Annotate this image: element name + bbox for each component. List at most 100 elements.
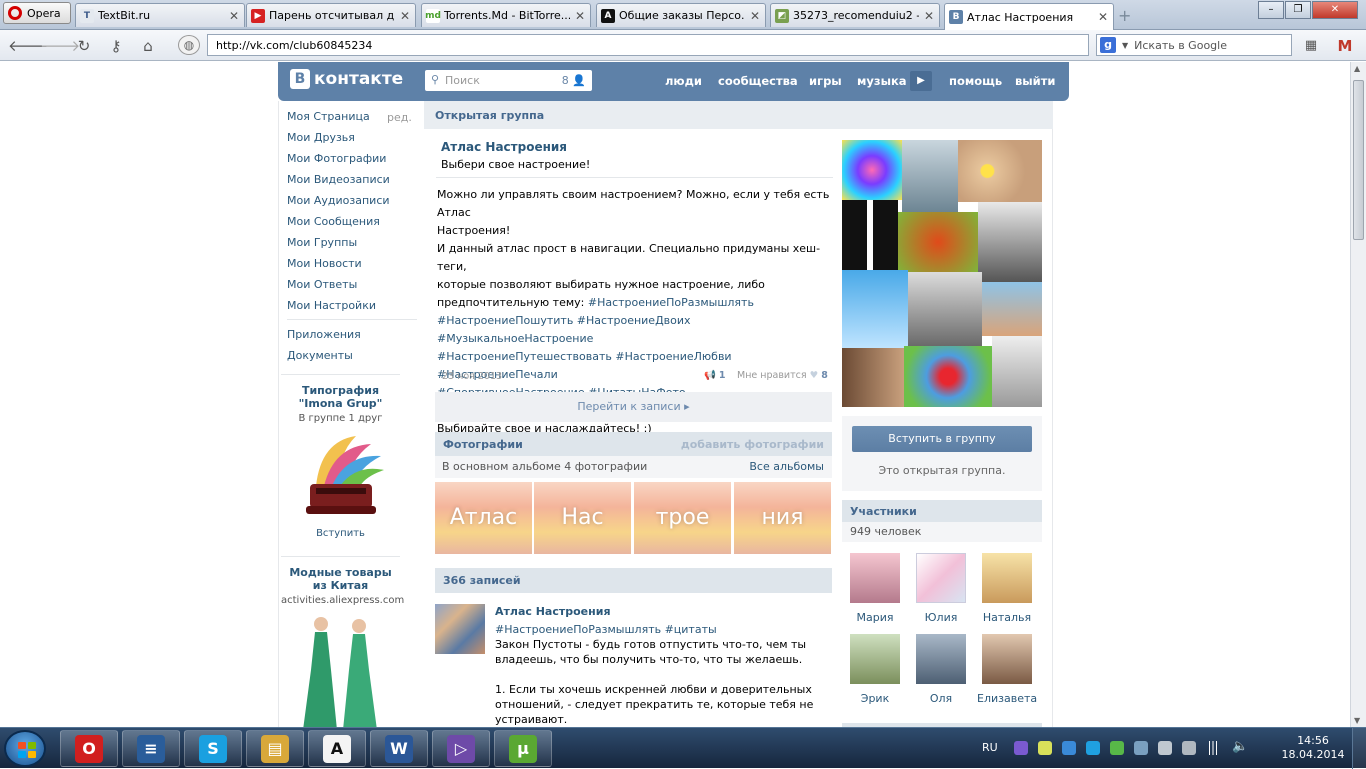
volume-icon[interactable]: 🔈 (1232, 739, 1248, 754)
repost-button[interactable]: 📢 1 (704, 370, 726, 381)
nav-link-people[interactable]: люди (665, 74, 702, 88)
group-cover-collage[interactable] (842, 140, 1042, 407)
browser-tab[interactable]: ▶ Парень отсчитывал д... ✕ (246, 3, 416, 27)
member-avatar[interactable] (982, 634, 1032, 684)
close-tab-icon[interactable]: ✕ (228, 9, 240, 23)
like-button[interactable]: Мне нравится ♥ 8 (737, 370, 828, 381)
ad-title[interactable]: Типография "Imona Grup" (281, 384, 400, 410)
close-tab-icon[interactable]: ✕ (399, 9, 411, 23)
left-menu-apps[interactable]: Приложения (287, 324, 407, 345)
member-avatar[interactable] (850, 634, 900, 684)
posts-count[interactable]: 366 записей (443, 574, 521, 587)
taskbar-app-button[interactable]: S (184, 730, 242, 767)
member-avatar[interactable] (850, 553, 900, 603)
close-tab-icon[interactable]: ✕ (749, 9, 761, 23)
left-menu-edit-link[interactable]: ред. (387, 111, 412, 124)
left-menu-videos[interactable]: Мои Видеозаписи (287, 169, 407, 190)
member-item[interactable]: Оля (911, 634, 971, 705)
nav-link-logout[interactable]: выйти (1015, 74, 1055, 88)
browser-tab[interactable]: ◩ 35273_recomenduiu2 - ... ✕ (770, 3, 940, 27)
hashtag-link[interactable]: #НастроениеДвоих (577, 314, 691, 327)
wall-post-tags[interactable]: #НастроениеПоРазмышлять #цитаты (495, 622, 825, 637)
member-name[interactable]: Мария (845, 611, 905, 624)
site-info-icon[interactable]: ◍ (178, 35, 200, 55)
hashtag-link[interactable]: #НастроениеПутешествовать (437, 350, 612, 363)
member-name[interactable]: Оля (911, 692, 971, 705)
close-window-button[interactable]: ✕ (1312, 1, 1358, 19)
close-tab-icon[interactable]: ✕ (574, 9, 586, 23)
opera-menu-button[interactable]: Opera (3, 2, 71, 24)
taskbar-app-button[interactable]: A (308, 730, 366, 767)
left-menu-messages[interactable]: Мои Сообщения (287, 211, 407, 232)
member-item[interactable]: Наталья (977, 553, 1037, 624)
taskbar-app-button[interactable]: O (60, 730, 118, 767)
viber-tray-icon[interactable] (1014, 741, 1028, 755)
member-name[interactable]: Юлия (911, 611, 971, 624)
member-name[interactable]: Елизавета (977, 692, 1037, 705)
browser-tab[interactable]: T TextBit.ru ✕ (75, 3, 245, 27)
music-play-icon[interactable]: ▶ (910, 71, 932, 91)
left-menu-news[interactable]: Мои Новости (287, 253, 407, 274)
browser-tab[interactable]: md Torrents.Md - BitTorre... ✕ (421, 3, 591, 27)
language-indicator[interactable]: RU (982, 741, 998, 754)
system-clock[interactable]: 14:56 18.04.2014 (1280, 734, 1346, 762)
p-tray-icon[interactable] (1062, 741, 1076, 755)
join-group-button[interactable]: Вступить в группу (852, 426, 1032, 452)
member-name[interactable]: Эрик (845, 692, 905, 705)
speed-dial-icon[interactable]: ▦ (1300, 35, 1322, 57)
gmail-icon[interactable]: M (1334, 35, 1356, 57)
left-menu-settings[interactable]: Мои Настройки (287, 295, 407, 316)
forward-icon[interactable]: 🡒 (40, 35, 80, 57)
left-menu-friends[interactable]: Мои Друзья (287, 127, 407, 148)
member-item[interactable]: Мария (845, 553, 905, 624)
hashtag-link[interactable]: #НастроениеЛюбви (615, 350, 731, 363)
member-avatar[interactable] (982, 553, 1032, 603)
left-menu-audios[interactable]: Мои Аудиозаписи (287, 190, 407, 211)
maximize-button[interactable]: ❐ (1285, 1, 1311, 19)
back-icon[interactable]: 🡐 (8, 35, 48, 57)
members-header[interactable]: Участники (842, 500, 1042, 522)
utorrent-tray-icon[interactable] (1110, 741, 1124, 755)
member-item[interactable]: Елизавета (977, 634, 1037, 705)
ad-block-aliexpress[interactable]: Модные товары из Китая activities.aliexp… (281, 566, 404, 727)
left-menu-documents[interactable]: Документы (287, 345, 407, 366)
page-scrollbar[interactable]: ▲ ▼ (1350, 62, 1366, 727)
device-tray-icon[interactable] (1158, 741, 1172, 755)
flag-tray-icon[interactable] (1182, 741, 1196, 755)
google-search-input[interactable]: g ▼ Искать в Google (1096, 34, 1292, 56)
display-tray-icon[interactable] (1134, 741, 1148, 755)
skype-tray-icon[interactable] (1086, 741, 1100, 755)
taskbar-app-button[interactable]: ▤ (246, 730, 304, 767)
member-item[interactable]: Юлия (911, 553, 971, 624)
post-date[interactable]: 23 ноя 2013 (442, 371, 502, 382)
hashtag-link[interactable]: #НастроениеПоРазмышлять (588, 296, 754, 309)
close-tab-icon[interactable]: ✕ (923, 9, 935, 23)
left-menu-photos[interactable]: Мои Фотографии (287, 148, 407, 169)
album-photo[interactable]: трое (634, 482, 731, 554)
network-icon[interactable] (1206, 741, 1220, 755)
new-tab-button[interactable]: + (1118, 6, 1131, 25)
wall-post-avatar[interactable] (435, 604, 485, 654)
member-avatar[interactable] (916, 553, 966, 603)
nav-link-music[interactable]: музыка (857, 74, 907, 88)
scroll-up-icon[interactable]: ▲ (1354, 64, 1360, 73)
member-item[interactable]: Эрик (845, 634, 905, 705)
scroll-down-icon[interactable]: ▼ (1354, 716, 1360, 725)
scrollbar-thumb[interactable] (1353, 80, 1364, 240)
taskbar-app-button[interactable]: ≡ (122, 730, 180, 767)
ad-title[interactable]: Модные товары из Китая (281, 566, 400, 592)
left-menu-answers[interactable]: Мои Ответы (287, 274, 407, 295)
browser-tab[interactable]: В Атлас Настроения ✕ (944, 3, 1114, 30)
close-tab-icon[interactable]: ✕ (1097, 10, 1109, 24)
album-photo[interactable]: Нас (534, 482, 631, 554)
nav-link-help[interactable]: помощь (949, 74, 1002, 88)
wall-post-author[interactable]: Атлас Настроения (495, 605, 611, 618)
taskbar-app-button[interactable]: ▷ (432, 730, 490, 767)
notes-tray-icon[interactable] (1038, 741, 1052, 755)
left-menu-groups[interactable]: Мои Группы (287, 232, 407, 253)
vk-logo[interactable]: В контакте (290, 69, 403, 89)
wand-icon[interactable]: ⚷ (105, 35, 127, 57)
member-name[interactable]: Наталья (977, 611, 1037, 624)
member-avatar[interactable] (916, 634, 966, 684)
hashtag-link[interactable]: #НастроениеПошутить (437, 314, 573, 327)
